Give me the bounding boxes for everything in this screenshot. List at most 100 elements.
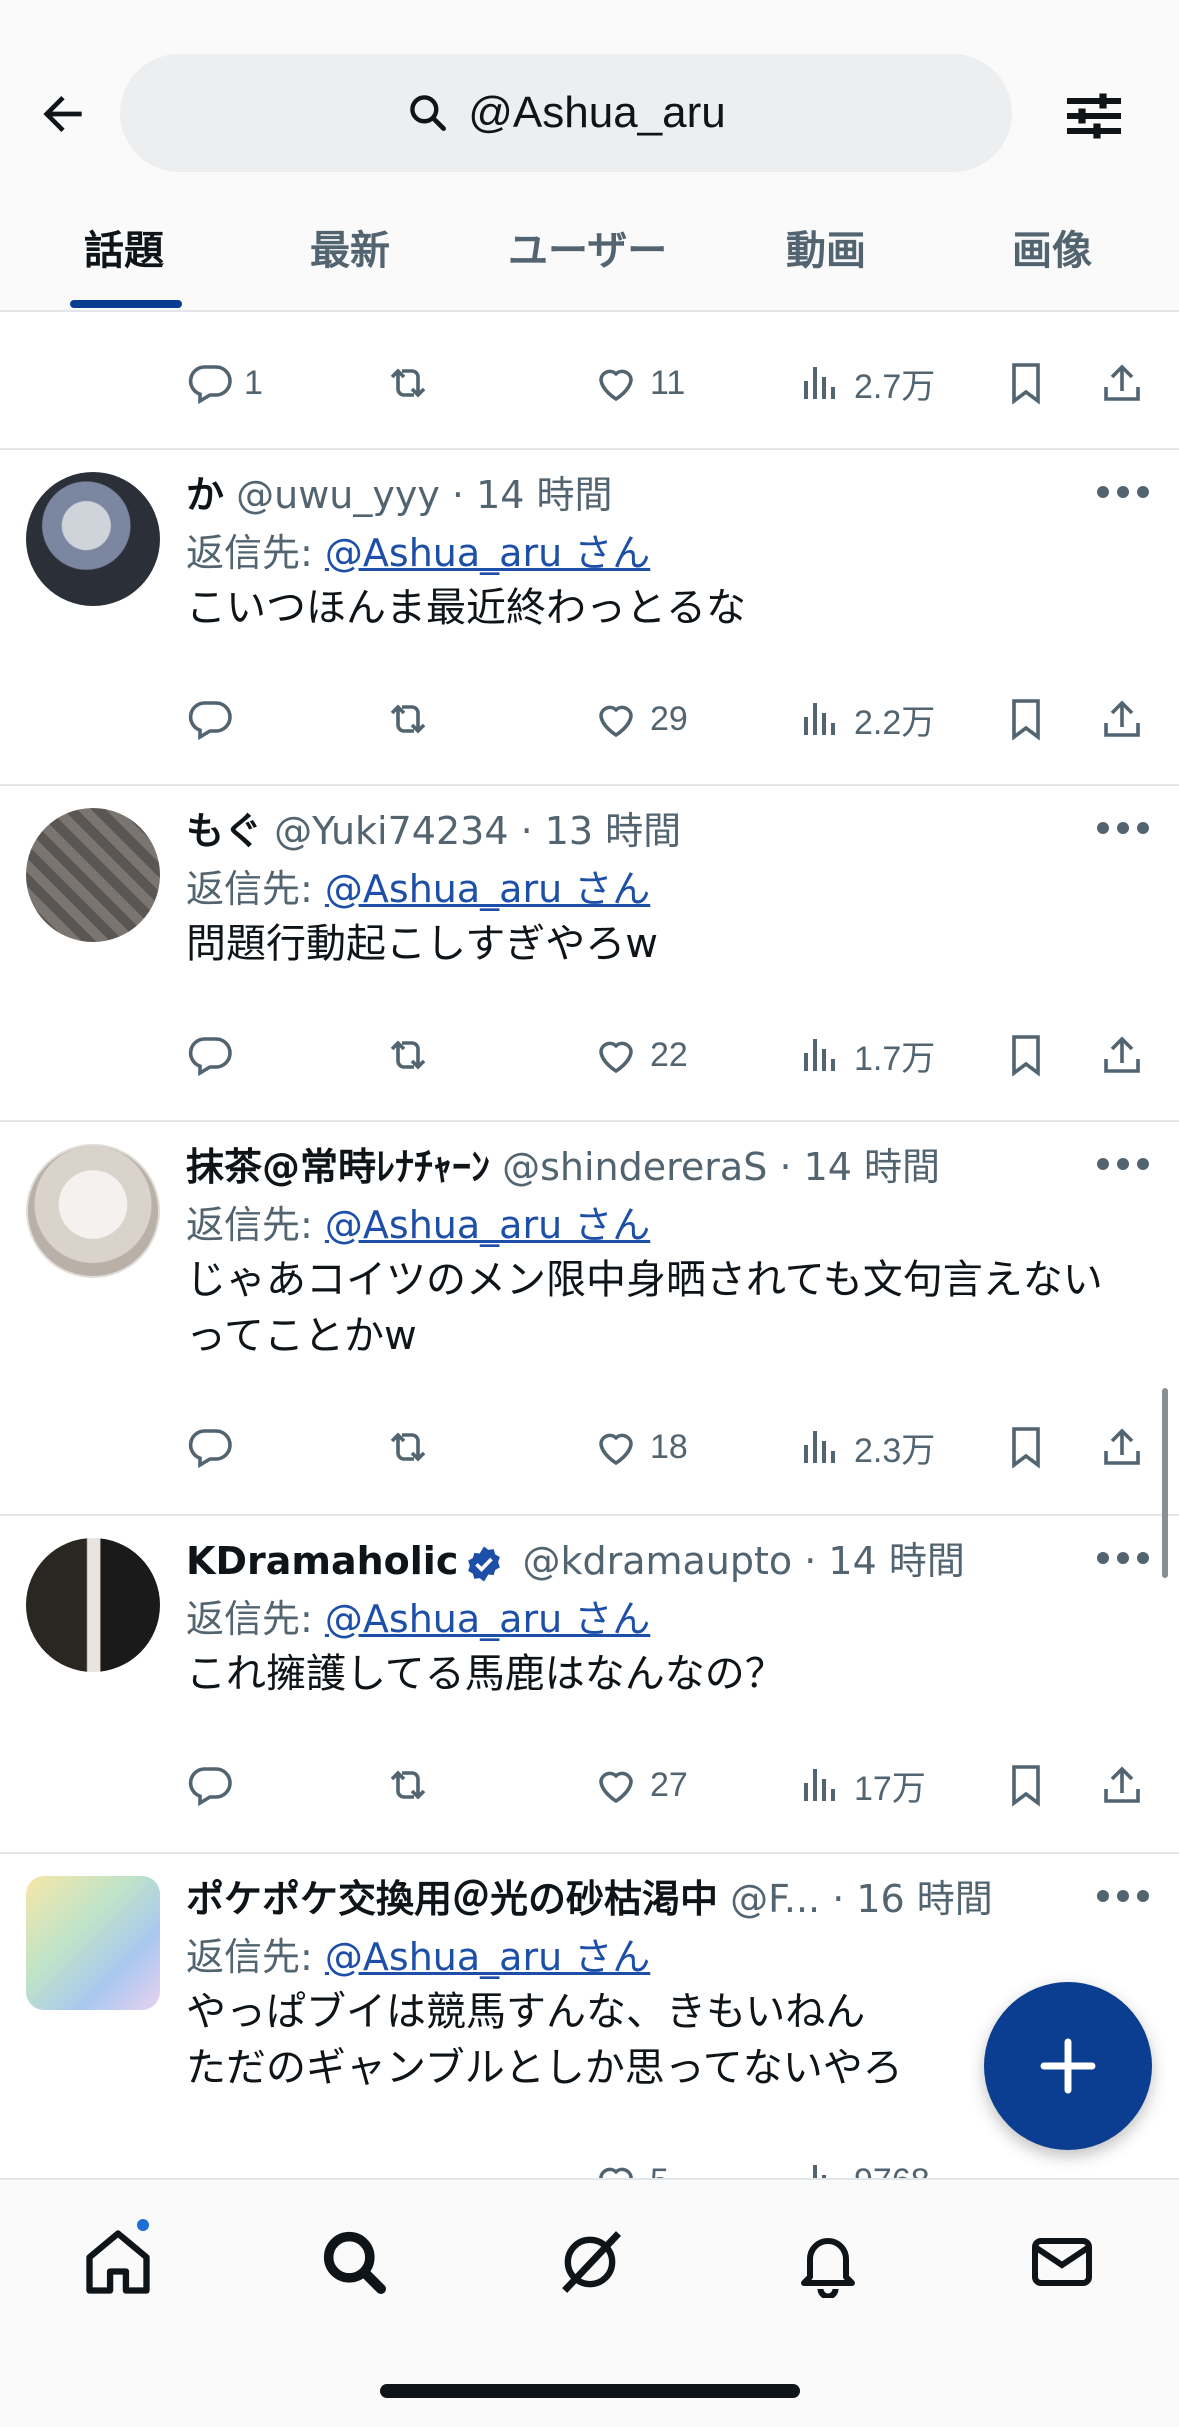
handle[interactable]: @Yuki74234 [274,809,508,853]
reply-context: 返信先: @Ashua_aru さん [186,522,650,577]
filter-button[interactable] [1058,80,1130,152]
reply-prefix: 返信先: [186,1935,313,1979]
post-meta: もぐ @Yuki74234 · 13 時間 [186,800,1086,855]
handle[interactable]: @F... [730,1877,820,1921]
repost-button[interactable] [384,348,432,418]
reply-icon [188,701,232,741]
repost-icon [390,704,426,734]
reply-target-link[interactable]: @Ashua_aru さん [325,1203,650,1247]
bookmark-button[interactable] [1002,1750,1050,1820]
search-input[interactable]: @Ashua_aru [120,54,1012,172]
more-icon[interactable] [1095,1876,1151,1916]
bookmark-button[interactable] [1002,1020,1050,1090]
handle[interactable]: @kdramaupto [522,1539,792,1583]
search-icon [323,2231,386,2294]
reply-button[interactable] [186,1412,234,1482]
more-icon[interactable] [1095,472,1151,512]
bookmark-button[interactable] [1002,684,1050,754]
reply-button[interactable] [186,1020,234,1090]
views-button[interactable]: 2.2万 [796,684,935,754]
post-actions: 18 2.3万 [0,1412,1179,1482]
nav-grok[interactable] [540,2212,640,2312]
handle[interactable]: @uwu_yyy [236,473,440,517]
scrollbar[interactable] [1162,1388,1168,1578]
display-name[interactable]: 抹茶@常時ﾚﾅﾁｬｰﾝ [186,1145,490,1189]
avatar[interactable] [26,1876,160,2010]
views-button[interactable]: 2.3万 [796,1412,935,1482]
nav-search[interactable] [304,2212,404,2312]
share-button[interactable] [1098,348,1146,418]
reply-icon [188,1429,232,1469]
views-button[interactable]: 9768 [796,2146,930,2178]
avatar[interactable] [26,1538,160,1672]
tab-images[interactable]: 画像 [1012,218,1092,276]
like-icon [599,705,633,738]
views-button[interactable]: 17万 [796,1750,926,1820]
search-tabs: 話題 最新 ユーザー 動画 画像 [0,200,1179,312]
display-name[interactable]: もぐ [186,809,262,853]
like-button[interactable]: 22 [592,1020,688,1090]
reply-target-link[interactable]: @Ashua_aru さん [325,867,650,911]
repost-button[interactable] [384,1750,432,1820]
more-icon[interactable] [1095,1144,1151,1184]
share-icon [1104,1036,1140,1073]
like-button[interactable]: 29 [592,684,688,754]
display-name[interactable]: KDramaholic [186,1539,458,1583]
view-count: 1.7万 [854,1039,936,1078]
share-button[interactable] [1098,1020,1146,1090]
reply-button[interactable] [186,1750,234,1820]
views-button[interactable]: 1.7万 [796,1020,935,1090]
avatar[interactable] [26,808,160,942]
timestamp: · 14 時間 [451,473,613,517]
reply-target-link[interactable]: @Ashua_aru さん [325,531,650,575]
repost-icon [390,1040,426,1070]
more-icon[interactable] [1095,1538,1151,1578]
like-button[interactable]: 18 [592,1412,688,1482]
bookmark-button[interactable] [1002,348,1050,418]
avatar[interactable] [26,472,160,606]
home-notification-dot [134,2216,152,2234]
reply-button[interactable] [186,684,234,754]
bookmark-icon [1012,1035,1040,1077]
share-button[interactable] [1098,1412,1146,1482]
reply-target-link[interactable]: @Ashua_aru さん [325,1935,650,1979]
handle[interactable]: @shindereraS [502,1145,767,1189]
nav-notifications[interactable] [778,2212,878,2312]
display-name[interactable]: ポケポケ交換用＠光の砂枯渇中 [186,1877,718,1921]
tab-latest[interactable]: 最新 [310,218,390,276]
post-actions: 27 17万 [0,1750,1179,1820]
more-icon[interactable] [1095,808,1151,848]
bookmark-button[interactable] [1002,1412,1050,1482]
share-button[interactable] [1098,684,1146,754]
post-text: 問題行動起こしすぎやろw [186,921,658,967]
post-actions: 22 1.7万 [0,1020,1179,1090]
nav-home[interactable] [68,2212,168,2312]
views-button[interactable]: 2.7万 [796,348,935,418]
reply-prefix: 返信先: [186,867,313,911]
view-count: 17万 [854,1769,926,1808]
verified-badge-icon [468,1546,501,1581]
like-count: 11 [650,363,686,402]
tab-top[interactable]: 話題 [84,218,164,276]
repost-button[interactable] [384,1020,432,1090]
share-icon [1104,1428,1140,1465]
search-results-feed: 自分が選んだ馬で参先としてくれな 1 11 2.7万 か @uwu_yyy [0,312,1179,2178]
compose-icon [1040,2038,1096,2094]
share-button[interactable] [1098,1750,1146,1820]
like-button[interactable]: 11 [592,348,685,418]
display-name[interactable]: か [186,473,224,517]
back-button[interactable] [28,82,98,146]
tab-videos[interactable]: 動画 [786,218,866,276]
like-button[interactable]: 5 [592,2146,669,2178]
like-button[interactable]: 27 [592,1750,688,1820]
like-icon [599,1433,633,1466]
nav-messages[interactable] [1012,2212,1112,2312]
repost-button[interactable] [384,1412,432,1482]
avatar[interactable] [26,1144,160,1278]
repost-button[interactable] [384,684,432,754]
compose-button[interactable] [984,1982,1152,2150]
tab-users[interactable]: ユーザー [508,218,667,276]
search-query: @Ashua_aru [468,88,726,137]
reply-button[interactable]: 1 [186,348,263,418]
reply-target-link[interactable]: @Ashua_aru さん [325,1597,650,1641]
